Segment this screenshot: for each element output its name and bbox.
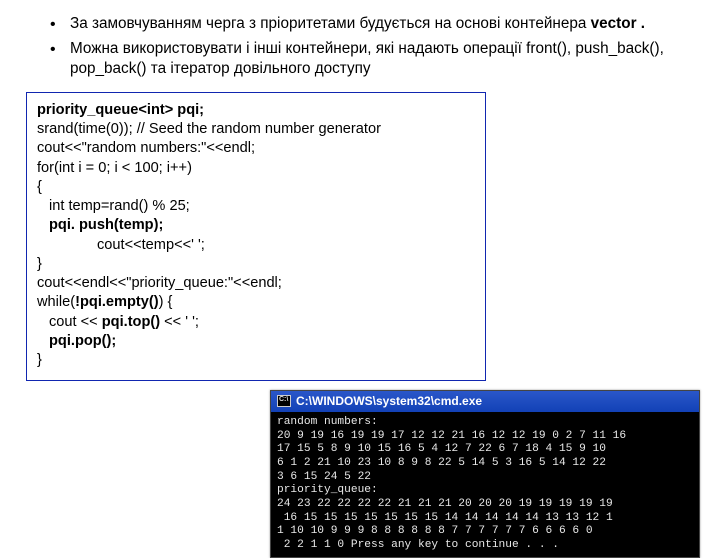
terminal-line: 2 2 1 1 0 Press any key to continue . . …: [277, 539, 559, 551]
cmd-icon: [277, 395, 291, 407]
terminal-line: random numbers:: [277, 416, 378, 428]
code-text: cout <<: [49, 314, 102, 330]
terminal-line: priority_queue:: [277, 484, 378, 496]
code-line: cout<<endl<<"priority_queue:"<<endl;: [37, 274, 475, 293]
code-text: pqi.top(): [102, 314, 160, 330]
code-line: priority_queue<int> pqi;: [37, 102, 204, 118]
terminal-line: 16 15 15 15 15 15 15 15 14 14 14 14 14 1…: [277, 512, 613, 524]
code-line: }: [37, 255, 475, 274]
code-line: pqi.pop();: [37, 332, 116, 351]
terminal-window: C:\WINDOWS\system32\cmd.exe random numbe…: [270, 390, 700, 558]
terminal-line: 1 10 10 9 9 9 8 8 8 8 8 8 7 7 7 7 7 7 6 …: [277, 525, 593, 537]
code-line: srand(time(0)); // Seed the random numbe…: [37, 120, 475, 139]
code-block: priority_queue<int> pqi; srand(time(0));…: [26, 92, 486, 382]
terminal-line: 3 6 15 24 5 22: [277, 471, 371, 483]
code-line: }: [37, 351, 475, 370]
bullet-bold: vector .: [591, 15, 645, 32]
code-line: cout<<"random numbers:"<<endl;: [37, 139, 475, 158]
code-line: int temp=rand() % 25;: [37, 197, 190, 216]
terminal-line: 6 1 2 21 10 23 10 8 9 8 22 5 14 5 3 16 5…: [277, 457, 606, 469]
bullet-text: Можна використовувати і інші контейнери,…: [70, 40, 664, 78]
terminal-title: C:\WINDOWS\system32\cmd.exe: [296, 394, 482, 408]
code-line: pqi. push(temp);: [37, 216, 163, 235]
code-text: << ' ';: [160, 314, 199, 330]
bullet-text: За замовчуванням черга з пріоритетами бу…: [70, 15, 591, 32]
code-text: !pqi.empty(): [75, 294, 159, 310]
terminal-line: 20 9 19 16 19 19 17 12 12 21 16 12 12 19…: [277, 430, 626, 442]
terminal-body: random numbers: 20 9 19 16 19 19 17 12 1…: [271, 412, 699, 557]
terminal-titlebar: C:\WINDOWS\system32\cmd.exe: [271, 391, 699, 412]
code-text: ) {: [159, 294, 173, 310]
terminal-line: 24 23 22 22 22 22 21 21 21 20 20 20 19 1…: [277, 498, 613, 510]
code-line: cout<<temp<<' ';: [37, 236, 205, 255]
terminal-line: 17 15 5 8 9 10 15 16 5 4 12 7 22 6 7 18 …: [277, 443, 606, 455]
bullet-item: Можна використовувати і інші контейнери,…: [40, 39, 692, 80]
bullet-list: За замовчуванням черга з пріоритетами бу…: [40, 14, 692, 80]
code-line: for(int i = 0; i < 100; i++): [37, 159, 475, 178]
code-line: {: [37, 178, 475, 197]
code-text: while(: [37, 294, 75, 310]
bullet-item: За замовчуванням черга з пріоритетами бу…: [40, 14, 692, 35]
